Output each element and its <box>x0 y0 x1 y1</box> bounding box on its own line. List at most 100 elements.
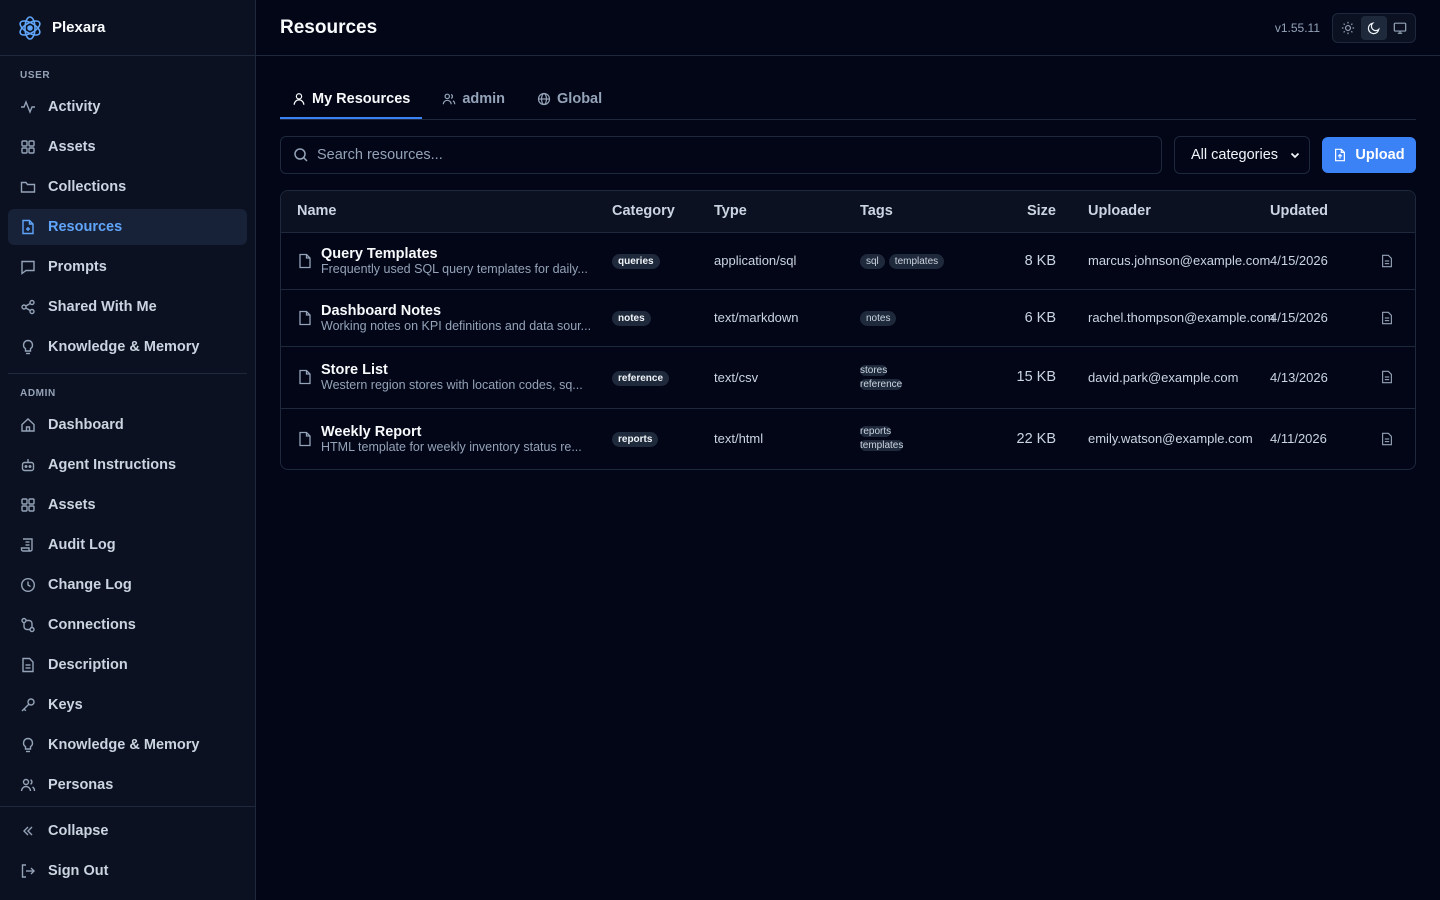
table-row[interactable]: Weekly Report HTML template for weekly i… <box>281 408 1415 469</box>
sidebar-item-change-log[interactable]: Change Log <box>8 567 247 603</box>
resource-name[interactable]: Query Templates <box>321 246 597 262</box>
resource-size: 6 KB <box>1024 309 1056 326</box>
sidebar-item-label: Personas <box>48 777 114 793</box>
moon-icon <box>1367 21 1380 34</box>
table-row[interactable]: Query Templates Frequently used SQL quer… <box>281 232 1415 290</box>
header: Resources v1.55.11 <box>256 0 1440 56</box>
sidebar-item-connections[interactable]: Connections <box>8 607 247 643</box>
theme-toggle <box>1332 12 1416 43</box>
category-select[interactable]: All categories <box>1174 136 1310 174</box>
table-row[interactable]: Dashboard Notes Working notes on KPI def… <box>281 289 1415 347</box>
key-icon <box>21 698 35 712</box>
column-header-uploader[interactable]: Uploader <box>1056 191 1270 233</box>
collapse-button[interactable]: Collapse <box>8 813 247 849</box>
sidebar-item-collections[interactable]: Collections <box>8 169 247 205</box>
column-header-tags[interactable]: Tags <box>860 191 980 233</box>
sidebar-item-label: Description <box>48 657 128 673</box>
resource-name[interactable]: Store List <box>321 362 597 378</box>
resource-description: Working notes on KPI definitions and dat… <box>321 318 592 333</box>
view-document-icon[interactable] <box>1380 254 1394 268</box>
table-header-row: Name Category Type Tags Size Uploader Up… <box>281 191 1415 233</box>
sidebar-item-description[interactable]: Description <box>8 647 247 683</box>
tag-badge: templates <box>888 254 945 269</box>
sidebar-item-assets[interactable]: Assets <box>8 129 247 165</box>
category-badge: reference <box>612 370 670 386</box>
resource-size: 22 KB <box>1016 430 1057 447</box>
column-header-type[interactable]: Type <box>714 191 860 233</box>
resource-updated: 4/15/2026 <box>1270 289 1358 347</box>
resource-description: HTML template for weekly inventory statu… <box>321 439 582 454</box>
folder-icon <box>20 181 36 193</box>
chevron-down-icon <box>1290 152 1300 159</box>
sidebar-item-agent-instructions[interactable]: Agent Instructions <box>8 447 247 483</box>
brand[interactable]: Plexara <box>0 0 255 56</box>
grid-icon <box>21 140 35 154</box>
version-label: v1.55.11 <box>1274 20 1320 35</box>
grid-icon <box>21 498 35 512</box>
resource-size: 8 KB <box>1024 252 1056 269</box>
view-document-icon[interactable] <box>1380 432 1394 446</box>
tab-my-resources[interactable]: My Resources <box>280 80 423 119</box>
sidebar-item-activity[interactable]: Activity <box>8 89 247 125</box>
sidebar-item-label: Audit Log <box>48 537 116 553</box>
column-header-name[interactable]: Name <box>281 191 612 233</box>
sidebar-item-shared-with-me[interactable]: Shared With Me <box>8 289 247 325</box>
view-document-icon[interactable] <box>1380 311 1394 325</box>
document-icon <box>22 657 34 673</box>
sidebar-item-keys[interactable]: Keys <box>8 687 247 723</box>
tab-label: Global <box>557 91 603 107</box>
resource-updated: 4/13/2026 <box>1270 346 1358 409</box>
resource-updated: 4/15/2026 <box>1270 232 1358 290</box>
column-header-size[interactable]: Size <box>980 191 1056 233</box>
file-icon <box>299 369 311 385</box>
light-theme-button[interactable] <box>1335 16 1361 40</box>
activity-icon <box>21 100 35 114</box>
sidebar-item-admin-knowledge-memory[interactable]: Knowledge & Memory <box>8 727 247 763</box>
sidebar: Plexara USER Activity Assets Collections… <box>0 0 256 900</box>
file-upload-icon <box>1335 148 1346 162</box>
user-icon <box>293 92 305 105</box>
sidebar-item-knowledge-memory[interactable]: Knowledge & Memory <box>8 329 247 365</box>
sign-out-button[interactable]: Sign Out <box>8 853 247 889</box>
tag-badge: templates <box>860 440 904 452</box>
sidebar-item-resources[interactable]: Resources <box>8 209 247 245</box>
tab-label: My Resources <box>312 90 411 107</box>
category-select-value: All categories <box>1191 147 1279 163</box>
sidebar-item-label: Change Log <box>48 577 132 593</box>
monitor-icon <box>1393 22 1407 34</box>
column-header-actions <box>1358 191 1415 233</box>
tab-global[interactable]: Global <box>525 80 614 118</box>
resource-uploader: david.park@example.com <box>1056 346 1270 409</box>
sidebar-item-admin-assets[interactable]: Assets <box>8 487 247 523</box>
table-row[interactable]: Store List Western region stores with lo… <box>281 346 1415 409</box>
connections-icon <box>21 617 35 633</box>
users-icon <box>443 93 456 105</box>
sidebar-item-audit-log[interactable]: Audit Log <box>8 527 247 563</box>
resource-description: Frequently used SQL query templates for … <box>321 261 588 276</box>
upload-button[interactable]: Upload <box>1322 137 1416 173</box>
share-icon <box>21 299 35 315</box>
tag-badge: notes <box>860 311 897 326</box>
sun-icon <box>1341 21 1355 34</box>
file-icon <box>299 431 311 446</box>
column-header-updated[interactable]: Updated <box>1270 191 1358 233</box>
view-document-icon[interactable] <box>1380 370 1394 384</box>
tag-badge: reports <box>860 426 892 438</box>
search-input[interactable] <box>317 147 1161 163</box>
sidebar-item-label: Shared With Me <box>48 299 157 315</box>
sidebar-item-personas[interactable]: Personas <box>8 767 247 803</box>
scroll-icon <box>20 538 33 552</box>
home-icon <box>21 418 35 432</box>
sidebar-item-prompts[interactable]: Prompts <box>8 249 247 285</box>
column-header-category[interactable]: Category <box>612 191 714 233</box>
tab-admin[interactable]: admin <box>430 80 517 118</box>
sidebar-item-dashboard[interactable]: Dashboard <box>8 407 247 443</box>
sidebar-footer: Collapse Sign Out <box>0 806 255 900</box>
resource-name[interactable]: Weekly Report <box>321 424 597 440</box>
tag-badge: stores <box>860 364 888 376</box>
system-theme-button[interactable] <box>1387 16 1413 40</box>
resource-name[interactable]: Dashboard Notes <box>321 303 597 319</box>
sidebar-item-label: Agent Instructions <box>48 457 177 473</box>
dark-theme-button[interactable] <box>1361 15 1387 40</box>
sidebar-item-label: Knowledge & Memory <box>48 339 200 355</box>
